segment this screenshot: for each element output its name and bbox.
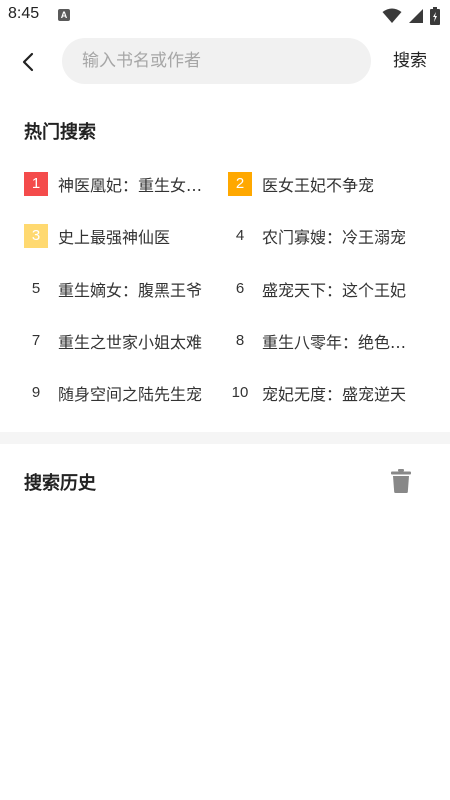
section-divider — [0, 432, 450, 444]
rank-badge: 6 — [235, 280, 245, 297]
hot-search-label: 重生八零年：绝色娇妻 — [262, 333, 414, 352]
hot-search-item[interactable]: 10 宠妃无度：盛宠逆天 — [228, 371, 418, 415]
search-header: 搜索 — [0, 32, 450, 92]
search-button[interactable]: 搜索 — [384, 46, 436, 76]
rank-badge: 2 — [228, 172, 252, 196]
hot-search-label: 随身空间之陆先生宠 — [58, 385, 203, 404]
hot-search-label: 重生嫡女：腹黑王爷 — [58, 281, 203, 300]
clear-history-button[interactable] — [386, 466, 416, 496]
hot-search-item[interactable]: 2 医女王妃不争宠 — [228, 162, 418, 206]
rank-badge: 1 — [24, 172, 48, 196]
search-history-title: 搜索历史 — [24, 473, 96, 494]
wifi-icon — [382, 8, 402, 23]
hot-search-label: 农门寡嫂：冷王溺宠 — [262, 228, 407, 247]
hot-search-item[interactable]: 3 史上最强神仙医 — [24, 214, 214, 258]
hot-search-item[interactable]: 5 重生嫡女：腹黑王爷 — [24, 267, 214, 311]
hot-search-item[interactable]: 1 神医凰妃：重生女帝很嚣张 — [24, 162, 214, 206]
hot-search-item[interactable]: 6 盛宠天下：这个王妃 — [228, 267, 418, 311]
rank-badge: 10 — [231, 384, 249, 401]
search-box[interactable] — [62, 38, 371, 84]
chevron-left-icon — [22, 52, 34, 72]
rank-badge: 8 — [235, 332, 245, 349]
battery-icon — [430, 7, 440, 25]
hot-search-item[interactable]: 4 农门寡嫂：冷王溺宠 — [228, 214, 418, 258]
hot-search-item[interactable]: 9 随身空间之陆先生宠 — [24, 371, 214, 415]
trash-icon — [391, 469, 411, 493]
hot-search-label: 神医凰妃：重生女帝很嚣张 — [58, 176, 210, 195]
hot-search-label: 宠妃无度：盛宠逆天 — [262, 385, 407, 404]
status-bar: 8:45 A — [0, 0, 450, 32]
hot-search-title: 热门搜索 — [24, 122, 96, 143]
signal-icon — [409, 9, 423, 23]
hot-search-item[interactable]: 8 重生八零年：绝色娇妻 — [228, 319, 418, 363]
hot-search-label: 盛宠天下：这个王妃 — [262, 281, 407, 300]
status-icons — [382, 6, 440, 26]
hot-search-label: 史上最强神仙医 — [58, 228, 171, 247]
hot-search-label: 医女王妃不争宠 — [262, 176, 375, 195]
back-button[interactable] — [12, 46, 44, 78]
rank-badge: 3 — [24, 224, 48, 248]
status-time: 8:45 — [8, 5, 40, 22]
rank-badge: 7 — [31, 332, 41, 349]
hot-search-label: 重生之世家小姐太难 — [58, 333, 203, 352]
notification-icon: A — [58, 9, 70, 21]
hot-search-item[interactable]: 7 重生之世家小姐太难 — [24, 319, 214, 363]
rank-badge: 5 — [31, 280, 41, 297]
rank-badge: 9 — [31, 384, 41, 401]
rank-badge: 4 — [235, 227, 245, 244]
search-input[interactable] — [80, 50, 353, 72]
